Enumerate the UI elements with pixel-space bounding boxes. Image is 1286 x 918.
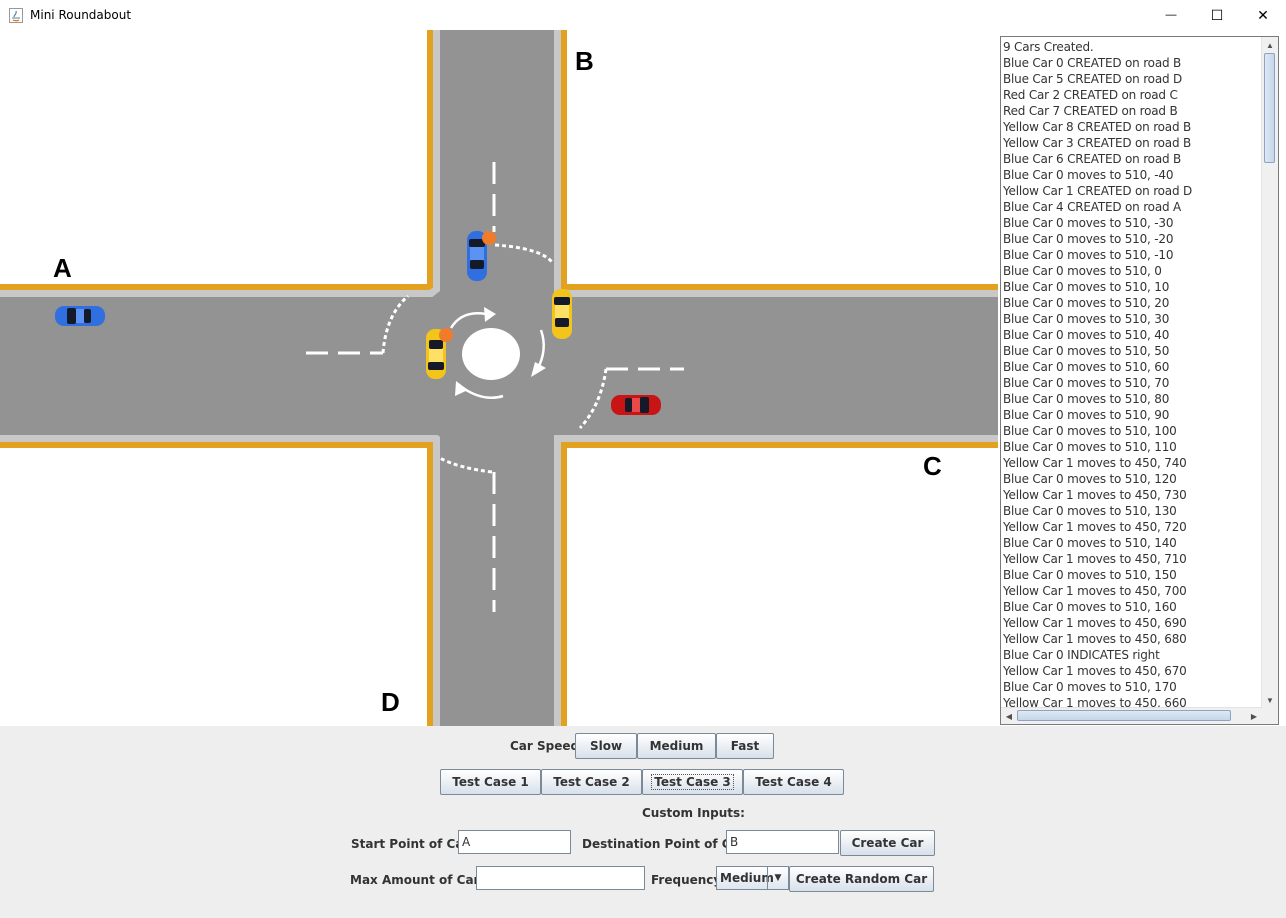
log-horizontal-scroll-thumb[interactable] <box>1017 710 1231 721</box>
log-line: Yellow Car 1 moves to 450, 720 <box>1003 520 1187 534</box>
close-icon: ✕ <box>1257 6 1269 23</box>
scroll-left-icon[interactable]: ◀ <box>1001 708 1017 724</box>
custom-inputs-label: Custom Inputs: <box>642 806 745 820</box>
dropdown-arrow-icon: ▼ <box>767 867 788 889</box>
speed-fast-button[interactable]: Fast <box>716 733 774 759</box>
log-line: Blue Car 0 moves to 510, 80 <box>1003 392 1170 406</box>
log-line: Yellow Car 1 moves to 450, 670 <box>1003 664 1187 678</box>
log-line: Blue Car 0 moves to 510, 90 <box>1003 408 1170 422</box>
window-title: Mini Roundabout <box>30 8 132 22</box>
log-line: Blue Car 4 CREATED on road A <box>1003 200 1182 214</box>
log-line: Blue Car 0 INDICATES right <box>1003 648 1160 662</box>
frequency-selected-value: Medium <box>720 871 774 885</box>
log-line: Blue Car 0 moves to 510, 160 <box>1003 600 1177 614</box>
log-line: Blue Car 0 moves to 510, 110 <box>1003 440 1177 454</box>
create-car-button[interactable]: Create Car <box>840 830 935 856</box>
frequency-label: Frequency: <box>651 873 727 887</box>
log-line: Blue Car 0 moves to 510, -10 <box>1003 248 1174 262</box>
max-cars-label: Max Amount of Cars: <box>350 873 492 887</box>
log-line: Blue Car 0 moves to 510, 70 <box>1003 376 1170 390</box>
scroll-up-icon[interactable]: ▲ <box>1262 37 1278 53</box>
java-app-icon <box>9 8 23 23</box>
road-map <box>0 30 998 726</box>
blue-car-road-a <box>55 306 105 326</box>
log-line: Yellow Car 8 CREATED on road B <box>1003 120 1192 134</box>
log-line: Blue Car 0 moves to 510, 20 <box>1003 296 1170 310</box>
minimize-icon: — <box>1165 9 1177 21</box>
create-random-car-button[interactable]: Create Random Car <box>789 866 934 892</box>
scroll-corner <box>1262 708 1278 724</box>
log-horizontal-scrollbar[interactable]: ◀ ▶ <box>1001 707 1262 724</box>
log-line: Blue Car 0 CREATED on road B <box>1003 56 1182 70</box>
log-line: Blue Car 0 moves to 510, 10 <box>1003 280 1170 294</box>
log-line: Yellow Car 1 moves to 450, 700 <box>1003 584 1187 598</box>
log-line: Blue Car 0 moves to 510, 0 <box>1003 264 1162 278</box>
log-line: Blue Car 0 moves to 510, 140 <box>1003 536 1177 550</box>
test-case-3-button[interactable]: Test Case 3 <box>642 769 743 795</box>
roundabout-canvas: A B C D <box>0 30 998 726</box>
log-line: Blue Car 0 moves to 510, 120 <box>1003 472 1177 486</box>
road-label-a: A <box>53 253 72 283</box>
yellow-car-indicator-light <box>439 328 453 342</box>
speed-slow-button[interactable]: Slow <box>575 733 637 759</box>
log-line: Red Car 2 CREATED on road C <box>1003 88 1178 102</box>
destination-point-input[interactable] <box>726 830 839 854</box>
blue-car-indicator-light <box>482 231 496 245</box>
log-line: Yellow Car 1 moves to 450, 690 <box>1003 616 1187 630</box>
log-line: Blue Car 0 moves to 510, 130 <box>1003 504 1177 518</box>
log-line: Yellow Car 1 moves to 450, 680 <box>1003 632 1187 646</box>
log-line: Blue Car 0 moves to 510, -20 <box>1003 232 1174 246</box>
road-label-c: C <box>923 451 942 481</box>
red-car-road-c <box>611 395 661 415</box>
log-vertical-scrollbar[interactable]: ▲ ▼ <box>1261 37 1278 708</box>
log-line: Yellow Car 3 CREATED on road B <box>1003 136 1192 150</box>
log-line: Yellow Car 1 CREATED on road D <box>1003 184 1193 198</box>
speed-medium-button[interactable]: Medium <box>637 733 716 759</box>
test-case-1-button[interactable]: Test Case 1 <box>440 769 541 795</box>
log-line: 9 Cars Created. <box>1003 40 1094 54</box>
test-case-4-button[interactable]: Test Case 4 <box>743 769 844 795</box>
log-line: Yellow Car 1 moves to 450, 710 <box>1003 552 1187 566</box>
close-button[interactable]: ✕ <box>1240 0 1286 30</box>
central-island <box>462 328 520 380</box>
log-line: Blue Car 0 moves to 510, 150 <box>1003 568 1177 582</box>
start-point-label: Start Point of Car: <box>351 837 475 851</box>
log-line: Blue Car 0 moves to 510, -40 <box>1003 168 1174 182</box>
start-point-input[interactable] <box>458 830 571 854</box>
log-line: Blue Car 0 moves to 510, 100 <box>1003 424 1177 438</box>
log-vertical-scroll-thumb[interactable] <box>1264 53 1275 163</box>
maximize-button[interactable]: ☐ <box>1194 0 1240 30</box>
destination-point-label: Destination Point of Car: <box>582 837 750 851</box>
log-line: Blue Car 0 moves to 510, -30 <box>1003 216 1174 230</box>
log-line: Yellow Car 1 moves to 450, 740 <box>1003 456 1187 470</box>
yellow-car-roundabout-east <box>552 289 572 339</box>
scroll-right-icon[interactable]: ▶ <box>1246 708 1262 724</box>
frequency-select[interactable]: Medium ▼ <box>716 866 789 890</box>
control-panel: Car Speed: Slow Medium Fast Test Case 1 … <box>0 726 1286 918</box>
test-case-2-button[interactable]: Test Case 2 <box>541 769 642 795</box>
max-cars-input[interactable] <box>476 866 645 890</box>
event-log-lines: 9 Cars Created. Blue Car 0 CREATED on roa… <box>1003 39 1261 711</box>
car-speed-label: Car Speed: <box>510 739 584 753</box>
log-line: Blue Car 0 moves to 510, 50 <box>1003 344 1170 358</box>
window-title-bar[interactable]: Mini Roundabout — ☐ ✕ <box>0 0 1286 30</box>
maximize-icon: ☐ <box>1210 6 1224 23</box>
log-line: Blue Car 0 moves to 510, 60 <box>1003 360 1170 374</box>
log-line: Blue Car 0 moves to 510, 170 <box>1003 680 1177 694</box>
road-label-b: B <box>575 46 594 76</box>
log-line: Blue Car 5 CREATED on road D <box>1003 72 1183 86</box>
log-line: Blue Car 0 moves to 510, 30 <box>1003 312 1170 326</box>
minimize-button[interactable]: — <box>1148 0 1194 30</box>
scroll-down-icon[interactable]: ▼ <box>1262 692 1278 708</box>
log-line: Yellow Car 1 moves to 450, 730 <box>1003 488 1187 502</box>
log-line: Red Car 7 CREATED on road B <box>1003 104 1178 118</box>
road-label-d: D <box>381 687 400 717</box>
event-log[interactable]: 9 Cars Created. Blue Car 0 CREATED on roa… <box>1000 36 1279 725</box>
log-line: Blue Car 6 CREATED on road B <box>1003 152 1182 166</box>
log-line: Blue Car 0 moves to 510, 40 <box>1003 328 1170 342</box>
